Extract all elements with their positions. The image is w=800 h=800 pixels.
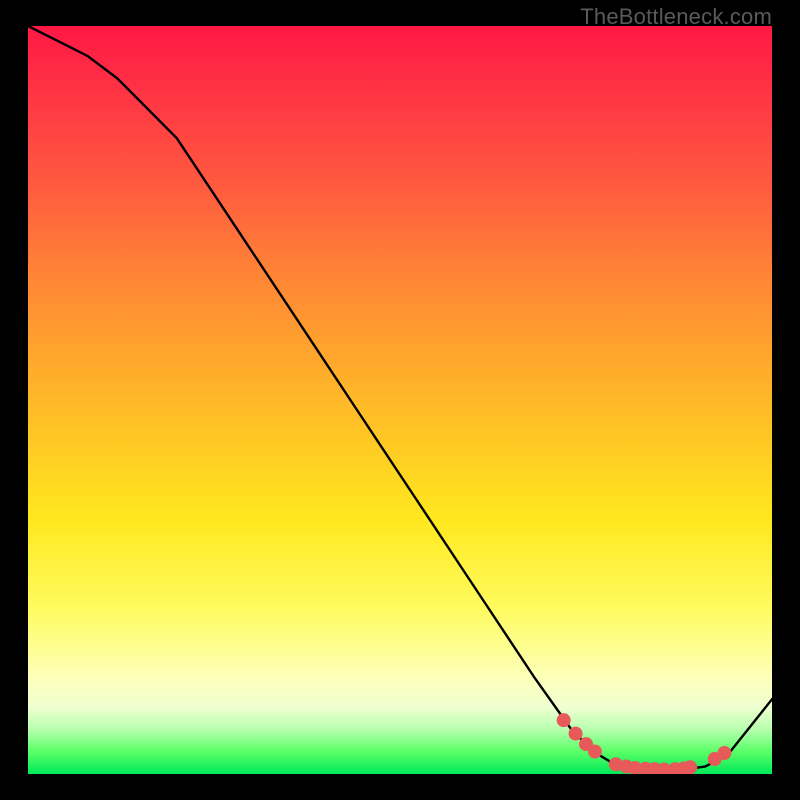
marker-dot xyxy=(557,713,571,727)
marker-dot xyxy=(717,746,731,760)
marker-dot xyxy=(569,727,583,741)
curve-line xyxy=(28,26,772,770)
marker-dots xyxy=(557,713,732,774)
chart-frame: TheBottleneck.com xyxy=(0,0,800,800)
marker-dot xyxy=(588,745,602,759)
marker-dot xyxy=(683,760,697,774)
plot-area xyxy=(28,26,772,774)
chart-svg xyxy=(28,26,772,774)
